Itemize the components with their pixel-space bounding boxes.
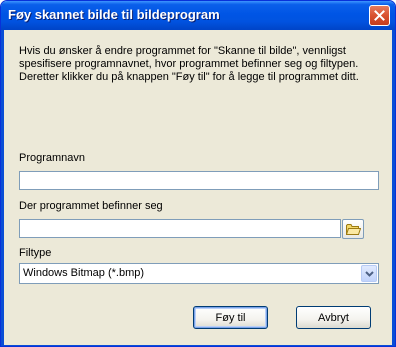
dialog-content: Hvis du ønsker å endre programmet for "S… (4, 30, 392, 345)
program-name-input[interactable] (19, 171, 379, 190)
program-location-label: Der programmet befinner seg (19, 200, 163, 212)
cancel-button[interactable]: Avbryt (296, 306, 371, 329)
folder-icon (346, 224, 361, 235)
file-type-selected-value: Windows Bitmap (*.bmp) (23, 267, 145, 279)
title-bar[interactable]: Føy skannet bilde til bildeprogram (1, 1, 395, 30)
program-name-label: Programnavn (19, 152, 86, 164)
browse-button[interactable] (342, 219, 364, 239)
add-button[interactable]: Føy til (193, 306, 268, 329)
file-type-select[interactable]: Windows Bitmap (*.bmp) (19, 263, 379, 284)
file-type-label: Filtype (19, 247, 52, 259)
dropdown-button[interactable] (361, 265, 377, 282)
chevron-down-icon (365, 271, 374, 277)
window-title: Føy skannet bilde til bildeprogram (8, 7, 220, 22)
program-location-input[interactable] (19, 219, 341, 238)
window-border-right (392, 30, 395, 346)
dialog-window: Føy skannet bilde til bildeprogram Hvis … (0, 0, 396, 347)
intro-text: Hvis du ønsker å endre programmet for "S… (19, 45, 359, 83)
close-icon (374, 10, 385, 21)
close-button[interactable] (369, 5, 390, 26)
